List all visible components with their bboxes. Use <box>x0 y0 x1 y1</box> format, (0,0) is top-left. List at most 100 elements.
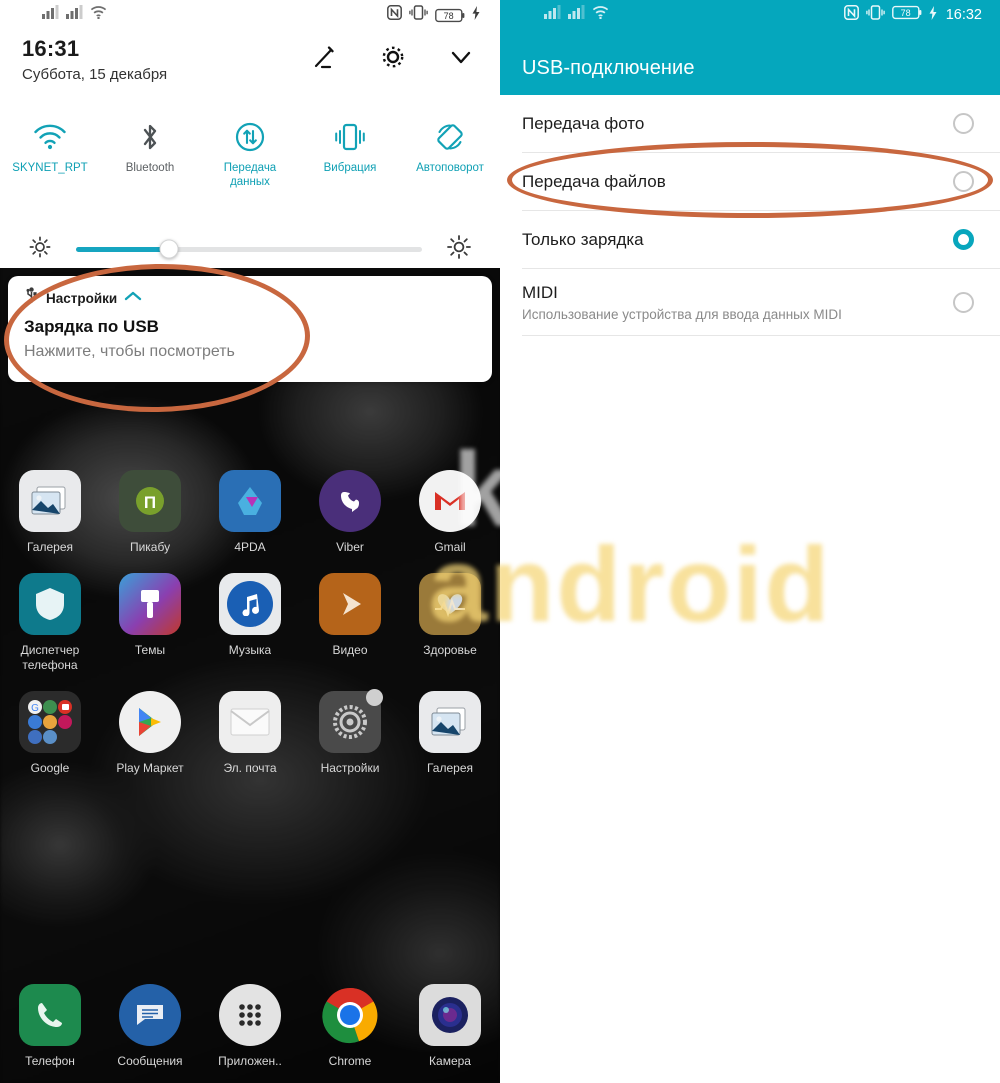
battery-level: 78 <box>900 8 910 18</box>
usb-option-photo-transfer[interactable]: Передача фото <box>500 95 1000 152</box>
status-bar-right-icons: 78 <box>387 5 480 25</box>
signal-bars-icon <box>42 5 59 24</box>
page-title: USB-подключение <box>522 57 695 79</box>
app-icon-themes[interactable]: Темы <box>104 573 196 673</box>
dock-item-phone[interactable]: Телефон <box>4 984 96 1069</box>
app-folder-google[interactable]: G Google <box>4 691 96 776</box>
email-envelope-icon <box>219 691 281 753</box>
usb-option-charge-only[interactable]: Только зарядка <box>500 211 1000 268</box>
app-label: Здоровье <box>423 643 477 657</box>
toggle-bluetooth[interactable]: Bluetooth <box>102 118 198 175</box>
google-folder-icon: G <box>19 691 81 753</box>
status-bar-clock: 16:32 <box>945 7 982 23</box>
dock-item-camera[interactable]: Камера <box>404 984 496 1069</box>
vibrate-icon <box>865 5 885 25</box>
app-label: Google <box>30 761 70 775</box>
dock-item-chrome[interactable]: Chrome <box>304 984 396 1069</box>
radio-button[interactable] <box>953 171 974 192</box>
edit-button[interactable] <box>310 42 340 72</box>
app-icon-play-store[interactable]: Play Маркет <box>104 691 196 776</box>
radio-button-selected[interactable] <box>953 229 974 250</box>
status-bar-left-icons <box>42 5 107 24</box>
usb-option-file-transfer[interactable]: Передача файлов <box>500 153 1000 210</box>
app-icon-pikabu[interactable]: П Пикабу <box>104 470 196 555</box>
clock-time: 16:31 <box>22 36 80 61</box>
option-label: Передача фото <box>522 114 645 133</box>
viber-icon <box>319 470 381 532</box>
messages-icon <box>119 984 181 1046</box>
health-heart-icon <box>419 573 481 635</box>
app-label: Эл. почта <box>223 761 277 775</box>
app-label: Диспетчер телефона <box>20 643 80 672</box>
app-label: Галерея <box>426 761 474 775</box>
music-note-icon <box>219 573 281 635</box>
usb-option-midi[interactable]: MIDI Использование устройства для ввода … <box>500 269 1000 335</box>
settings-button[interactable] <box>378 42 408 72</box>
brightness-slider-thumb[interactable] <box>159 239 179 259</box>
app-row: Галерея П Пикабу 4PDA Viber Gmail <box>0 470 500 555</box>
signal-bars-icon <box>544 5 561 24</box>
toggle-vibration[interactable]: Вибрация <box>302 118 398 175</box>
app-icon-gallery-2[interactable]: Галерея <box>404 691 496 776</box>
option-description: Использование устройства для ввода данны… <box>522 306 842 322</box>
wifi-icon <box>33 118 67 156</box>
app-icon-settings[interactable]: Настройки <box>304 689 396 776</box>
app-icon-gmail[interactable]: Gmail <box>404 470 496 555</box>
usb-notification-card[interactable]: Настройки Зарядка по USB Нажмите, чтобы … <box>8 276 492 382</box>
app-label: Музыка <box>228 643 272 657</box>
screenshot-root: Галерея П Пикабу 4PDA Viber Gmail Диспет… <box>0 0 1000 1083</box>
usb-mode-option-list: Передача фото Передача файлов Только зар… <box>500 95 1000 336</box>
dock-label: Камера <box>429 1054 471 1068</box>
charging-bolt-icon <box>929 5 937 25</box>
radio-button[interactable] <box>953 113 974 134</box>
status-bar-right-icons: 78 16:32 <box>843 5 982 25</box>
app-icon-phone-manager[interactable]: Диспетчер телефона <box>4 573 96 673</box>
app-label: Галерея <box>26 540 74 554</box>
home-app-grid: Галерея П Пикабу 4PDA Viber Gmail Диспет… <box>0 470 500 794</box>
app-label: Viber <box>336 540 364 554</box>
camera-icon <box>419 984 481 1046</box>
gear-icon <box>319 689 383 753</box>
toggle-mobile-data[interactable]: Передача данных <box>202 118 298 189</box>
app-icon-email[interactable]: Эл. почта <box>204 691 296 776</box>
dock-item-messages[interactable]: Сообщения <box>104 984 196 1069</box>
app-label: Темы <box>134 643 166 657</box>
quick-toggles: SKYNET_RPT Bluetooth Передача данных Виб… <box>0 118 500 189</box>
expand-button[interactable] <box>446 42 476 72</box>
shade-header-actions <box>310 42 476 72</box>
app-icon-viber[interactable]: Viber <box>304 470 396 555</box>
shade-clock: 16:31 Суббота, 15 декабря <box>22 36 167 86</box>
battery-icon: 78 <box>435 8 465 23</box>
usb-icon <box>24 287 39 309</box>
option-label: Только зарядка <box>522 230 644 249</box>
list-divider <box>522 335 1000 336</box>
wifi-icon <box>90 5 107 24</box>
app-icon-4pda[interactable]: 4PDA <box>204 470 296 555</box>
app-icon-music[interactable]: Музыка <box>204 573 296 673</box>
dock-row: Телефон Сообщения Приложен.. Chrome Каме… <box>0 984 500 1069</box>
chrome-icon <box>319 984 381 1046</box>
left-phone-panel: Галерея П Пикабу 4PDA Viber Gmail Диспет… <box>0 0 500 1083</box>
toggle-auto-rotate[interactable]: Автоповорот <box>402 118 498 175</box>
app-label: Play Маркет <box>116 761 184 775</box>
app-icon-gallery[interactable]: Галерея <box>4 470 96 555</box>
app-label: Пикабу <box>129 540 171 554</box>
signal-bars-icon <box>568 5 585 24</box>
app-row: Диспетчер телефона Темы Музыка Видео Здо… <box>0 573 500 673</box>
app-icon-health[interactable]: Здоровье <box>404 573 496 673</box>
toggle-label: Bluetooth <box>125 162 175 174</box>
radio-button[interactable] <box>953 291 974 313</box>
chevron-up-icon[interactable] <box>124 289 142 307</box>
charging-bolt-icon <box>472 5 480 25</box>
app-icon-video[interactable]: Видео <box>304 573 396 673</box>
brightness-slider[interactable] <box>76 239 422 259</box>
toggle-wifi[interactable]: SKYNET_RPT <box>2 118 98 175</box>
dock-item-app-drawer[interactable]: Приложен.. <box>204 984 296 1069</box>
toggle-label: SKYNET_RPT <box>12 162 88 174</box>
toggle-label: Вибрация <box>323 162 377 174</box>
bluetooth-icon <box>137 118 163 156</box>
option-texts: Передача фото <box>522 112 953 135</box>
option-texts: Только зарядка <box>522 228 953 251</box>
right-status-bar: 78 16:32 <box>500 0 1000 30</box>
svg-text:П: П <box>144 493 156 512</box>
